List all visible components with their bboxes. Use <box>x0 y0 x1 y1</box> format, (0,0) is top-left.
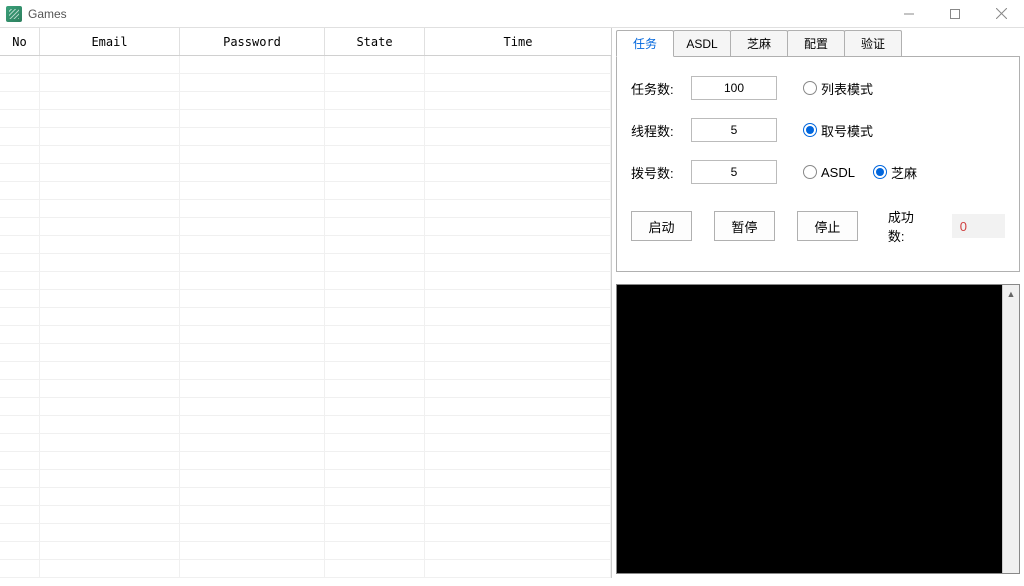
table-row[interactable] <box>0 488 611 506</box>
radio-icon <box>803 81 817 95</box>
radio-label: 芝麻 <box>891 163 917 182</box>
tab-asdl[interactable]: ASDL <box>673 30 731 56</box>
thread-count-input[interactable] <box>691 118 777 142</box>
col-header-password[interactable]: Password <box>180 28 325 55</box>
radio-dial-asdl[interactable]: ASDL <box>803 165 855 180</box>
table-row[interactable] <box>0 182 611 200</box>
table-row[interactable] <box>0 470 611 488</box>
thread-count-label: 线程数: <box>631 121 691 140</box>
table-row[interactable] <box>0 344 611 362</box>
radio-label: 取号模式 <box>821 121 873 140</box>
table-row[interactable] <box>0 434 611 452</box>
table-row[interactable] <box>0 254 611 272</box>
start-button[interactable]: 启动 <box>631 211 692 241</box>
table-row[interactable] <box>0 542 611 560</box>
table-row[interactable] <box>0 380 611 398</box>
col-header-time[interactable]: Time <box>425 28 611 55</box>
radio-dial-zhima[interactable]: 芝麻 <box>873 163 917 182</box>
col-header-no[interactable]: No <box>0 28 40 55</box>
table-row[interactable] <box>0 308 611 326</box>
main-area: No Email Password State Time 任务 ASDL 芝麻 … <box>0 28 1024 578</box>
table-row[interactable] <box>0 272 611 290</box>
table-header: No Email Password State Time <box>0 28 611 56</box>
table-body[interactable] <box>0 56 611 578</box>
table-row[interactable] <box>0 56 611 74</box>
table-row[interactable] <box>0 452 611 470</box>
console-scrollbar[interactable]: ▲ <box>1002 285 1019 573</box>
row-thread-count: 线程数: 取号模式 <box>631 117 1005 143</box>
tab-task[interactable]: 任务 <box>616 30 674 57</box>
table-row[interactable] <box>0 326 611 344</box>
table-row[interactable] <box>0 398 611 416</box>
table-row[interactable] <box>0 560 611 578</box>
tab-verify[interactable]: 验证 <box>844 30 902 56</box>
window-title: Games <box>28 7 67 21</box>
radio-label: 列表模式 <box>821 79 873 98</box>
maximize-button[interactable] <box>932 0 978 27</box>
radio-label: ASDL <box>821 165 855 180</box>
task-count-label: 任务数: <box>631 79 691 98</box>
table-row[interactable] <box>0 416 611 434</box>
scroll-up-icon[interactable]: ▲ <box>1003 285 1019 302</box>
table-row[interactable] <box>0 524 611 542</box>
tab-content-task: 任务数: 列表模式 线程数: 取号模式 <box>616 56 1020 272</box>
minimize-button[interactable] <box>886 0 932 27</box>
table-row[interactable] <box>0 146 611 164</box>
table-row[interactable] <box>0 236 611 254</box>
task-count-input[interactable] <box>691 76 777 100</box>
table-row[interactable] <box>0 74 611 92</box>
titlebar: Games <box>0 0 1024 28</box>
radio-icon <box>803 123 817 137</box>
console-output[interactable]: ▲ <box>616 284 1020 574</box>
tab-config[interactable]: 配置 <box>787 30 845 56</box>
app-icon <box>6 6 22 22</box>
radio-icon <box>873 165 887 179</box>
pause-button[interactable]: 暂停 <box>714 211 775 241</box>
stop-button[interactable]: 停止 <box>797 211 858 241</box>
table-row[interactable] <box>0 128 611 146</box>
table-row[interactable] <box>0 92 611 110</box>
col-header-state[interactable]: State <box>325 28 425 55</box>
success-count-label: 成功数: <box>888 207 930 245</box>
close-button[interactable] <box>978 0 1024 27</box>
control-panel: 任务 ASDL 芝麻 配置 验证 任务数: 列表模式 线程数: <box>612 28 1024 578</box>
radio-icon <box>803 165 817 179</box>
table-row[interactable] <box>0 164 611 182</box>
action-button-row: 启动 暂停 停止 成功数: 0 <box>631 207 1005 245</box>
tab-zhima[interactable]: 芝麻 <box>730 30 788 56</box>
table-row[interactable] <box>0 362 611 380</box>
success-count-value: 0 <box>952 214 1005 238</box>
row-dial-count: 拨号数: ASDL 芝麻 <box>631 159 1005 185</box>
table-row[interactable] <box>0 110 611 128</box>
window-controls <box>886 0 1024 27</box>
radio-fetch-mode[interactable]: 取号模式 <box>803 121 873 140</box>
radio-list-mode[interactable]: 列表模式 <box>803 79 873 98</box>
tab-strip: 任务 ASDL 芝麻 配置 验证 <box>616 30 1020 56</box>
row-task-count: 任务数: 列表模式 <box>631 75 1005 101</box>
table-row[interactable] <box>0 218 611 236</box>
dial-count-label: 拨号数: <box>631 163 691 182</box>
dial-count-input[interactable] <box>691 160 777 184</box>
col-header-email[interactable]: Email <box>40 28 180 55</box>
table-row[interactable] <box>0 200 611 218</box>
table-row[interactable] <box>0 290 611 308</box>
table-row[interactable] <box>0 506 611 524</box>
data-table-panel: No Email Password State Time <box>0 28 612 578</box>
